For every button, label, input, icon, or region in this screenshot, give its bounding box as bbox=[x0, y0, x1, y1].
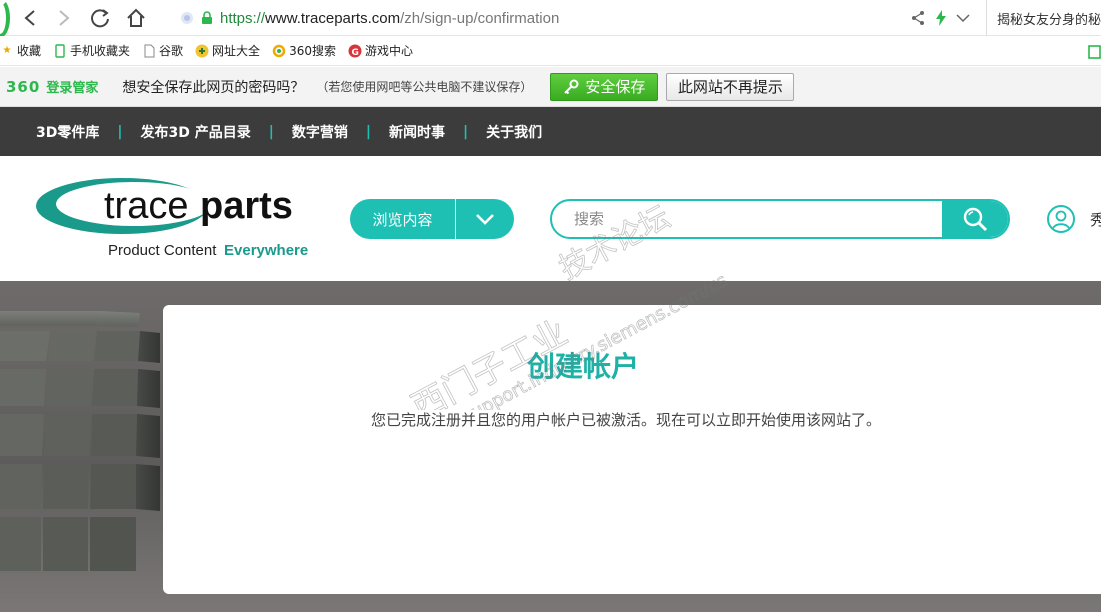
star-icon: ★ bbox=[2, 45, 12, 56]
lightning-icon[interactable] bbox=[934, 10, 948, 26]
logo-text-trace: trace bbox=[104, 185, 188, 227]
logo-text-parts: parts bbox=[200, 185, 293, 227]
browse-content-label: 浏览内容 bbox=[372, 210, 433, 229]
url-field[interactable]: https://www.traceparts.com/zh/sign-up/co… bbox=[180, 6, 559, 30]
browser-edge-indicator bbox=[0, 0, 10, 38]
news-tab[interactable]: 揭秘女友分身的秘 bbox=[986, 0, 1101, 36]
nav-publish-catalog[interactable]: 发布3D 产品目录 bbox=[141, 122, 251, 142]
lock-icon bbox=[202, 11, 212, 24]
reload-button[interactable] bbox=[88, 6, 112, 30]
nav-3d-parts[interactable]: 3D零件库 bbox=[36, 122, 99, 142]
browser-address-bar: https://www.traceparts.com/zh/sign-up/co… bbox=[0, 0, 1101, 38]
bookmark-google[interactable]: 谷歌 bbox=[142, 42, 183, 59]
game-icon: G bbox=[348, 44, 362, 58]
user-account[interactable]: 秀 bbox=[1046, 204, 1101, 234]
nav-separator: | bbox=[117, 123, 123, 140]
bookmarks-bar: ★ 收藏 手机收藏夹 谷歌 网址大全 360搜索 G 游戏中心 bbox=[0, 36, 1101, 66]
logo-tagline-1: Product Content bbox=[108, 242, 217, 259]
nav-news[interactable]: 新闻时事 bbox=[389, 122, 445, 142]
nav-digital-marketing[interactable]: 数字营销 bbox=[292, 122, 348, 142]
key-icon bbox=[564, 79, 579, 94]
bookmark-360-search[interactable]: 360搜索 bbox=[272, 42, 336, 59]
phone-icon bbox=[53, 43, 67, 58]
chevron-down-icon[interactable] bbox=[956, 13, 970, 23]
password-save-question: 想安全保存此网页的密码吗？ bbox=[122, 79, 305, 96]
bookmark-games[interactable]: G 游戏中心 bbox=[348, 42, 413, 59]
nav-separator: | bbox=[365, 123, 371, 140]
search-button[interactable] bbox=[942, 201, 1008, 237]
save-password-button[interactable]: 安全保存 bbox=[550, 72, 659, 101]
search-icon bbox=[963, 207, 988, 232]
user-label: 秀 bbox=[1090, 210, 1101, 229]
logo-tagline-2: Everywhere bbox=[224, 242, 308, 259]
back-button[interactable] bbox=[18, 6, 42, 30]
nav-separator: | bbox=[268, 123, 274, 140]
browse-content-button[interactable]: 浏览内容 bbox=[350, 199, 514, 239]
password-manager-name: 登录管家 bbox=[46, 81, 99, 96]
password-manager-logo: 360 bbox=[6, 77, 41, 96]
nav-separator: | bbox=[463, 123, 469, 140]
chevron-down-icon[interactable] bbox=[456, 213, 514, 225]
never-save-button[interactable]: 此网站不再提示 bbox=[666, 72, 795, 101]
bookmark-mobile[interactable]: 手机收藏夹 bbox=[53, 42, 130, 59]
globe-icon bbox=[195, 44, 209, 58]
url-text: https://www.traceparts.com/zh/sign-up/co… bbox=[220, 9, 560, 27]
home-button[interactable] bbox=[124, 6, 148, 30]
traceparts-logo[interactable]: trace parts Product Content Everywhere bbox=[34, 176, 324, 261]
page-title: 创建帐户 bbox=[526, 350, 639, 383]
address-bar-actions bbox=[910, 6, 970, 30]
reading-mode-icon[interactable] bbox=[1088, 44, 1101, 63]
confirmation-message: 您已完成注册并且您的用户帐户已被激活。现在可以立即开始使用该网站了。 bbox=[371, 411, 882, 429]
site-top-nav: 3D零件库 | 发布3D 产品目录 | 数字营销 | 新闻时事 | 关于我们 bbox=[0, 107, 1101, 156]
confirmation-card: 创建帐户 您已完成注册并且您的用户帐户已被激活。现在可以立即开始使用该网站了。 bbox=[163, 305, 1101, 594]
reload-icon bbox=[91, 9, 109, 28]
user-icon bbox=[1047, 205, 1075, 233]
search-360-icon bbox=[272, 44, 286, 58]
page-icon bbox=[142, 44, 156, 58]
search-input[interactable] bbox=[552, 201, 944, 237]
bookmark-favorites[interactable]: ★ 收藏 bbox=[0, 42, 42, 59]
forward-icon bbox=[59, 10, 70, 26]
svg-text:G: G bbox=[351, 48, 358, 58]
hero-background: 创建帐户 您已完成注册并且您的用户帐户已被激活。现在可以立即开始使用该网站了。 bbox=[0, 281, 1101, 612]
password-save-note: （若您使用网吧等公共电脑不建议保存） bbox=[316, 80, 533, 94]
bookmark-sites[interactable]: 网址大全 bbox=[195, 42, 260, 59]
search-box bbox=[550, 199, 1010, 239]
share-icon[interactable] bbox=[910, 10, 926, 26]
page-status-icon bbox=[181, 12, 193, 24]
forward-button[interactable] bbox=[52, 6, 76, 30]
password-save-bar: 360 登录管家 想安全保存此网页的密码吗？ （若您使用网吧等公共电脑不建议保存… bbox=[0, 67, 1101, 107]
home-icon bbox=[127, 8, 145, 27]
back-icon bbox=[24, 10, 35, 26]
site-header: trace parts Product Content Everywhere 浏… bbox=[0, 156, 1101, 281]
nav-about[interactable]: 关于我们 bbox=[486, 122, 542, 142]
